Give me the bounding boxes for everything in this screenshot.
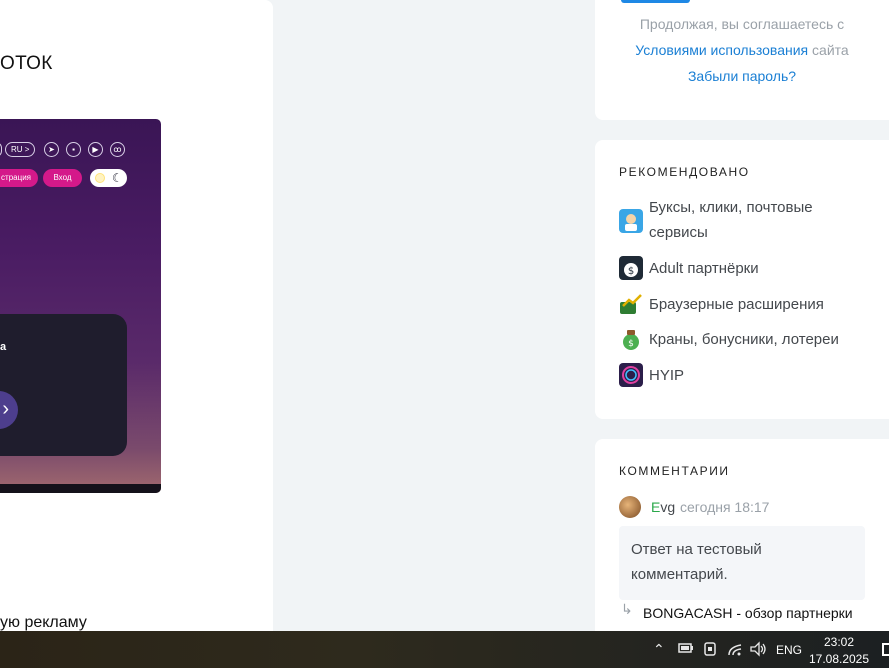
embed-bottom-bar bbox=[0, 484, 161, 493]
notification-icon[interactable] bbox=[882, 643, 889, 656]
hyip-icon bbox=[619, 363, 643, 387]
main-content-card: ОТОК RU > ➤ ▪ ▶ ꝏ страция Вход ☾ a › ую … bbox=[0, 0, 273, 632]
taskbar: ⌃ ENG 23:02 17.08.2025 bbox=[0, 631, 889, 668]
comments-title: КОММЕНТАРИИ bbox=[619, 464, 730, 478]
svg-text:$: $ bbox=[628, 266, 634, 277]
login-card: Продолжая, вы соглашаетесь с Условиями и… bbox=[595, 0, 889, 120]
telegram-icon: ➤ bbox=[44, 142, 59, 157]
recommended-item[interactable]: Браузерные расширения bbox=[619, 292, 824, 317]
embed-card-text: a bbox=[0, 341, 7, 353]
clock-time[interactable]: 23:02 bbox=[812, 635, 866, 650]
moon-icon: ☾ bbox=[112, 171, 123, 185]
sun-icon bbox=[95, 173, 105, 183]
reply-arrow-icon: ↳ bbox=[621, 601, 633, 617]
screenshot-embed: RU > ➤ ▪ ▶ ꝏ страция Вход ☾ a › bbox=[0, 119, 161, 493]
youtube-icon: ▶ bbox=[88, 142, 103, 157]
login-button[interactable] bbox=[621, 0, 690, 3]
odnoklassniki-icon: ꝏ bbox=[110, 142, 125, 157]
clicks-mascot-icon bbox=[619, 209, 643, 233]
embed-card bbox=[0, 314, 127, 456]
device-icon[interactable] bbox=[703, 641, 717, 660]
clock-date[interactable]: 17.08.2025 bbox=[808, 652, 870, 667]
recommended-item-label: Adult партнёрки bbox=[649, 260, 759, 277]
recommended-item[interactable]: $ Краны, бонусники, лотереи bbox=[619, 327, 839, 352]
recommended-item-label: Краны, бонусники, лотереи bbox=[649, 331, 839, 348]
language-indicator[interactable]: ENG bbox=[776, 643, 802, 657]
terms-link[interactable]: Условиями использования bbox=[635, 42, 808, 58]
recommended-title: РЕКОМЕНДОВАНО bbox=[619, 165, 750, 179]
embed-login-button: Вход bbox=[43, 169, 82, 187]
forgot-password-line: Забыли пароль? bbox=[595, 68, 889, 84]
article-text: ую рекламу bbox=[0, 614, 87, 631]
svg-text:$: $ bbox=[628, 339, 634, 349]
money-growth-icon bbox=[619, 292, 643, 316]
embed-pill bbox=[0, 142, 2, 157]
article-heading: ОТОК bbox=[0, 53, 53, 74]
terms-line: Условиями использования сайта bbox=[595, 42, 889, 58]
theme-toggle: ☾ bbox=[90, 169, 127, 187]
recommended-item[interactable]: HYIP bbox=[619, 363, 684, 388]
avatar[interactable] bbox=[619, 496, 641, 518]
recommended-card: РЕКОМЕНДОВАНО Буксы, клики, почтовые сер… bbox=[595, 140, 889, 419]
recommended-item-label: Браузерные расширения bbox=[649, 296, 824, 313]
embed-register-button: страция bbox=[0, 169, 38, 187]
forgot-password-link[interactable]: Забыли пароль? bbox=[688, 68, 796, 84]
money-bag-icon: $ bbox=[619, 256, 643, 280]
cash-bag-icon: $ bbox=[619, 327, 643, 351]
recommended-item[interactable]: Буксы, клики, почтовые сервисы bbox=[619, 195, 813, 245]
embed-language-pill: RU > bbox=[5, 142, 35, 157]
volume-icon[interactable] bbox=[749, 641, 767, 660]
comment-time: сегодня 18:17 bbox=[680, 499, 770, 515]
recommended-item-label: Буксы, клики, почтовые сервисы bbox=[649, 199, 813, 241]
recommended-item[interactable]: $ Adult партнёрки bbox=[619, 256, 759, 281]
terms-prefix: Продолжая, вы соглашаетесь с bbox=[639, 16, 845, 32]
comment-post-link[interactable]: BONGACASH - обзор партнерки bbox=[643, 605, 853, 621]
chevron-up-icon[interactable]: ⌃ bbox=[653, 641, 665, 657]
recommended-item-label: HYIP bbox=[649, 367, 685, 384]
comments-card: КОММЕНТАРИИ Evg сегодня 18:17 Ответ на т… bbox=[595, 439, 889, 639]
battery-icon[interactable] bbox=[678, 641, 694, 658]
comment-text: Ответ на тестовый комментарий. bbox=[619, 526, 865, 600]
terms-suffix: сайта bbox=[808, 42, 849, 58]
comment-author[interactable]: Evg bbox=[651, 499, 675, 515]
vk-icon: ▪ bbox=[66, 142, 81, 157]
wifi-icon[interactable] bbox=[727, 641, 743, 660]
